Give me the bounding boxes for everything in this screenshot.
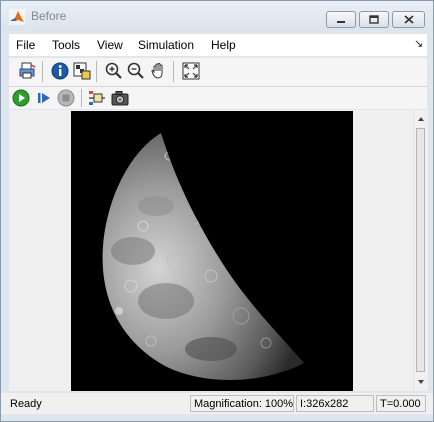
matlab-logo-icon bbox=[9, 9, 25, 25]
status-dimensions: I:326x282 bbox=[296, 395, 374, 412]
toolbar-separator bbox=[173, 61, 174, 82]
zoom-in-icon[interactable] bbox=[105, 62, 123, 80]
print-icon[interactable] bbox=[19, 62, 37, 80]
dock-arrow-icon[interactable]: ↘ bbox=[414, 37, 423, 50]
signal-selector-icon[interactable] bbox=[88, 89, 106, 107]
image-display-area bbox=[9, 110, 428, 391]
menu-help[interactable]: Help bbox=[211, 38, 236, 52]
close-button[interactable] bbox=[392, 11, 425, 28]
fit-to-window-icon[interactable] bbox=[182, 62, 200, 80]
status-magnification: Magnification: 100% bbox=[190, 395, 294, 412]
menu-view[interactable]: View bbox=[97, 38, 123, 52]
main-toolbar bbox=[9, 58, 427, 87]
viewer-window: Before File Tools View Simulation Help ↘ bbox=[0, 0, 434, 422]
toolbar-separator bbox=[81, 89, 82, 107]
status-time: T=0.000 bbox=[376, 395, 426, 412]
menu-tools[interactable]: Tools bbox=[52, 38, 80, 52]
window-title: Before bbox=[31, 9, 67, 23]
run-icon[interactable] bbox=[12, 89, 30, 107]
scrollbar-thumb[interactable] bbox=[416, 128, 425, 372]
maximize-icon bbox=[369, 15, 379, 24]
title-bar[interactable]: Before bbox=[1, 1, 433, 31]
toolbar-separator bbox=[96, 61, 97, 82]
moon-image bbox=[71, 111, 353, 391]
menu-simulation[interactable]: Simulation bbox=[138, 38, 194, 52]
scroll-down-arrow-icon[interactable] bbox=[416, 377, 426, 387]
step-forward-icon[interactable] bbox=[35, 89, 53, 107]
menu-file[interactable]: File bbox=[16, 38, 35, 52]
status-ready: Ready bbox=[10, 398, 42, 410]
pixel-region-icon[interactable] bbox=[73, 62, 91, 80]
simulation-toolbar bbox=[9, 87, 427, 109]
minimize-icon bbox=[337, 21, 345, 23]
scroll-up-arrow-icon[interactable] bbox=[416, 114, 426, 124]
snapshot-camera-icon[interactable] bbox=[111, 89, 129, 107]
pan-hand-icon[interactable] bbox=[150, 62, 168, 80]
zoom-out-icon[interactable] bbox=[127, 62, 145, 80]
toolbar-separator bbox=[42, 61, 43, 82]
info-icon[interactable] bbox=[51, 62, 69, 80]
video-frame[interactable] bbox=[71, 111, 353, 391]
close-icon bbox=[403, 15, 414, 24]
minimize-button[interactable] bbox=[326, 11, 356, 28]
stop-icon[interactable] bbox=[57, 89, 75, 107]
menu-bar: File Tools View Simulation Help ↘ bbox=[9, 34, 427, 56]
vertical-scrollbar[interactable] bbox=[413, 110, 428, 391]
status-bar: Ready Magnification: 100% I:326x282 T=0.… bbox=[1, 393, 433, 414]
maximize-button[interactable] bbox=[359, 11, 389, 28]
